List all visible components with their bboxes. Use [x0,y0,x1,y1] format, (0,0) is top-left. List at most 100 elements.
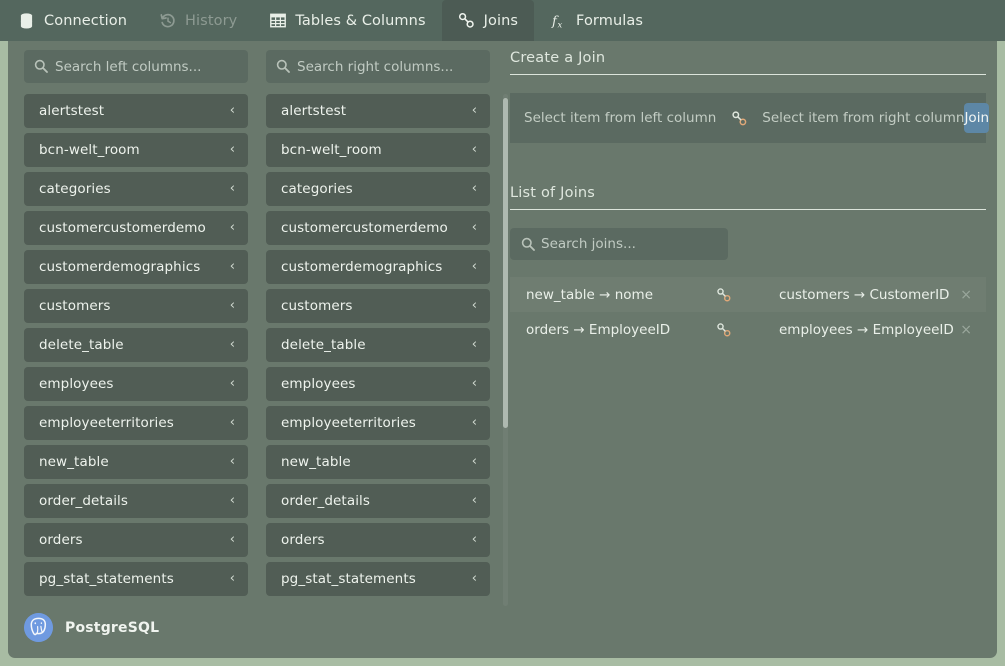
table-list-item-label: new_table [281,454,351,470]
select-left-item-field[interactable]: Select item from left column [524,110,716,126]
chevron-left-icon[interactable]: ‹ [472,338,477,353]
link-icon [715,321,733,339]
table-list-item[interactable]: orders ‹ [24,523,248,557]
tab-formulas-label: Formulas [576,12,644,29]
chevron-left-icon[interactable]: ‹ [230,221,235,236]
table-list-item-label: customercustomerdemo [39,220,206,236]
chevron-left-icon[interactable]: ‹ [230,299,235,314]
chevron-left-icon[interactable]: ‹ [472,416,477,431]
table-list-item[interactable]: bcn-welt_room ‹ [24,133,248,167]
table-list-item[interactable]: customercustomerdemo ‹ [266,211,490,245]
table-list-item[interactable]: order_details ‹ [266,484,490,518]
left-columns-list: alertstest ‹ bcn-welt_room ‹ categories ‹ cust… [24,94,256,606]
table-list-item[interactable]: pg_stat_statements ‹ [24,562,248,596]
join-row-right: employees → EmployeeID [779,321,954,338]
search-icon [34,59,48,73]
chevron-left-icon[interactable]: ‹ [472,533,477,548]
chevron-left-icon[interactable]: ‹ [230,416,235,431]
joins-side-panel: Create a Join Select item from left colu… [510,50,990,610]
chevron-left-icon[interactable]: ‹ [472,221,477,236]
tab-tables-columns-label: Tables & Columns [295,12,426,29]
joins-rows: new_table → nome customers → CustomerID × o… [510,277,986,347]
join-button[interactable]: Join [964,103,990,133]
scrollbar-thumb[interactable] [503,98,508,428]
chevron-left-icon[interactable]: ‹ [472,104,477,119]
tab-joins[interactable]: Joins [441,0,535,41]
table-list-item[interactable]: alertstest ‹ [24,94,248,128]
postgresql-elephant-icon [24,613,53,642]
search-joins-input[interactable]: Search joins... [510,228,728,260]
table-list-item[interactable]: customerdemographics ‹ [266,250,490,284]
chevron-left-icon[interactable]: ‹ [230,143,235,158]
chevron-left-icon[interactable]: ‹ [230,338,235,353]
tab-tables-columns[interactable]: Tables & Columns [253,0,441,41]
tab-bar: Connection History Tables & Columns Join… [0,0,1005,41]
remove-join-icon[interactable]: × [960,288,972,302]
table-list-item[interactable]: new_table ‹ [266,445,490,479]
chevron-left-icon[interactable]: ‹ [472,494,477,509]
table-list-item-label: new_table [39,454,109,470]
table-list-item[interactable]: employeeterritories ‹ [24,406,248,440]
table-list-item[interactable]: customercustomerdemo ‹ [24,211,248,245]
chevron-left-icon[interactable]: ‹ [230,455,235,470]
table-list-item[interactable]: orders ‹ [266,523,490,557]
chevron-left-icon[interactable]: ‹ [230,260,235,275]
table-list-item[interactable]: customerdemographics ‹ [24,250,248,284]
select-right-item-field[interactable]: Select item from right column [762,110,964,126]
create-a-join-title: Create a Join [510,50,986,75]
table-list-item-label: categories [39,181,111,197]
table-list-item[interactable]: alertstest ‹ [266,94,490,128]
table-list-item-label: order_details [39,493,129,509]
chevron-left-icon[interactable]: ‹ [230,572,235,587]
chevron-left-icon[interactable]: ‹ [472,260,477,275]
database-name-label: PostgreSQL [65,619,160,636]
table-list-item-label: categories [281,181,353,197]
chevron-left-icon[interactable]: ‹ [472,377,477,392]
chevron-left-icon[interactable]: ‹ [472,143,477,158]
search-right-columns-input[interactable]: Search right columns... [266,50,490,83]
table-list-item[interactable]: categories ‹ [24,172,248,206]
chevron-left-icon[interactable]: ‹ [230,533,235,548]
table-list-item-label: customerdemographics [281,259,443,275]
table-list-item[interactable]: new_table ‹ [24,445,248,479]
search-left-columns-input[interactable]: Search left columns... [24,50,248,83]
table-list-item[interactable]: employees ‹ [266,367,490,401]
tab-formulas[interactable]: f x Formulas [534,0,659,41]
chevron-left-icon[interactable]: ‹ [472,572,477,587]
table-list-item[interactable]: customers ‹ [24,289,248,323]
table-list-item[interactable]: employeeterritories ‹ [266,406,490,440]
join-row[interactable]: new_table → nome customers → CustomerID × [510,277,986,312]
search-joins-placeholder: Search joins... [541,236,636,252]
table-list-item[interactable]: customers ‹ [266,289,490,323]
database-footer: PostgreSQL [24,613,159,642]
chevron-left-icon[interactable]: ‹ [230,182,235,197]
table-list-item-label: customers [39,298,111,314]
table-list-item-label: pg_stat_statements [281,571,416,587]
chevron-left-icon[interactable]: ‹ [472,182,477,197]
table-grid-icon [269,12,286,29]
chevron-left-icon[interactable]: ‹ [230,494,235,509]
chevron-left-icon[interactable]: ‹ [230,104,235,119]
table-list-item[interactable]: categories ‹ [266,172,490,206]
right-columns-panel: Search right columns... alertstest ‹ bcn-w… [266,50,508,610]
table-list-item-label: employees [39,376,114,392]
chevron-left-icon[interactable]: ‹ [472,455,477,470]
tab-connection[interactable]: Connection [0,0,143,41]
table-list-item[interactable]: delete_table ‹ [24,328,248,362]
chevron-left-icon[interactable]: ‹ [472,299,477,314]
tab-history[interactable]: History [143,0,253,41]
table-list-item[interactable]: delete_table ‹ [266,328,490,362]
table-list-item[interactable]: order_details ‹ [24,484,248,518]
right-list-scrollbar[interactable] [503,94,508,606]
table-list-item[interactable]: employees ‹ [24,367,248,401]
chevron-left-icon[interactable]: ‹ [230,377,235,392]
link-icon [730,109,748,127]
list-of-joins-section: List of Joins Search joins... new_table … [510,185,986,347]
table-list-item-label: order_details [281,493,371,509]
table-list-item[interactable]: bcn-welt_room ‹ [266,133,490,167]
join-row[interactable]: orders → EmployeeID employees → EmployeeI… [510,312,986,347]
search-icon [276,59,290,73]
table-list-item[interactable]: pg_stat_statements ‹ [266,562,490,596]
remove-join-icon[interactable]: × [960,323,972,337]
list-of-joins-title: List of Joins [510,185,986,210]
